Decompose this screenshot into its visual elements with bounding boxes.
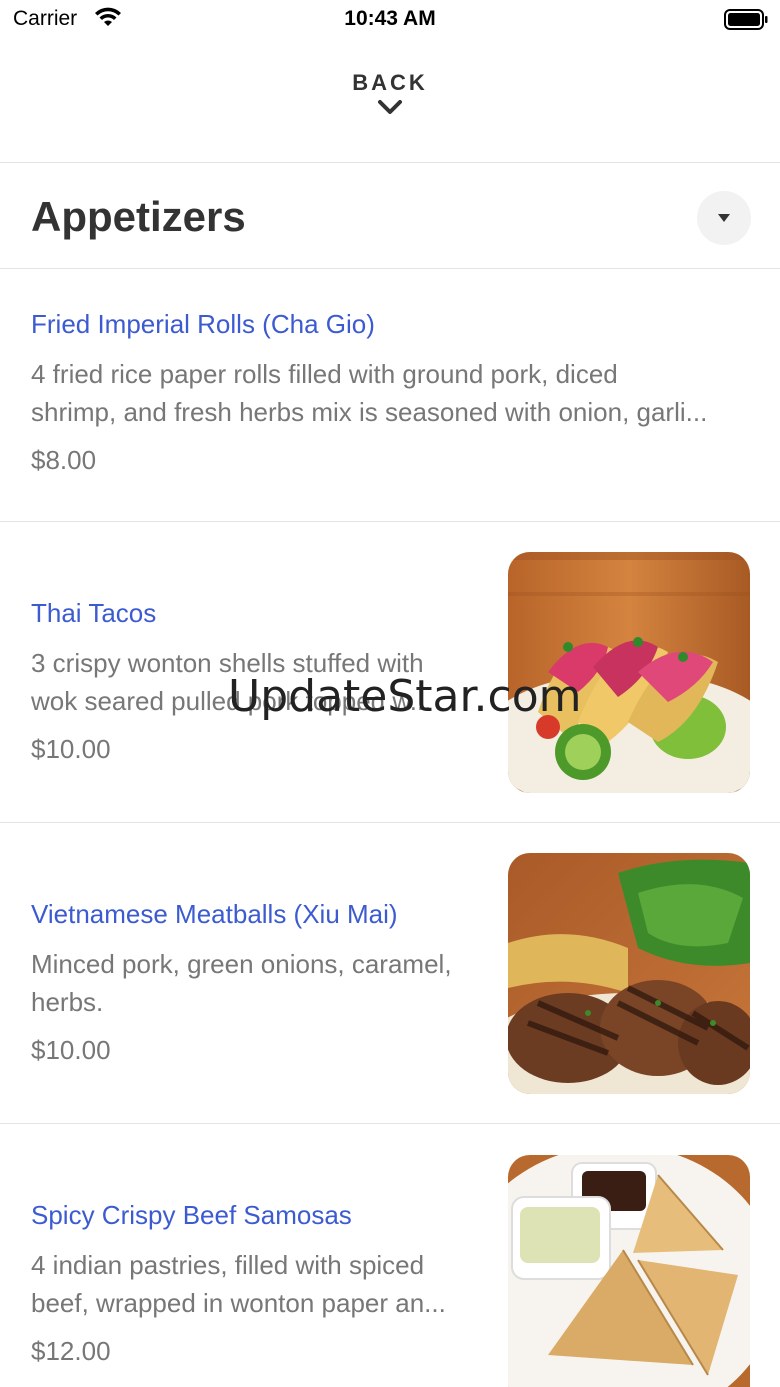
meatballs-photo[interactable]: [508, 853, 750, 1094]
section-collapse-button[interactable]: [697, 191, 751, 245]
back-button[interactable]: BACK: [0, 70, 780, 140]
divider: [0, 162, 780, 163]
menu-item[interactable]: Fried Imperial Rolls (Cha Gio) 4 fried r…: [0, 269, 780, 521]
menu-item-name: Vietnamese Meatballs (Xiu Mai): [31, 899, 398, 929]
menu-item-name: Spicy Crispy Beef Samosas: [31, 1200, 352, 1230]
menu-item-name: Thai Tacos: [31, 598, 157, 628]
clock: 10:43 AM: [344, 7, 436, 30]
samosas-photo[interactable]: [508, 1155, 750, 1387]
menu-item-description: 4 fried rice paper rolls filled with gro…: [31, 359, 708, 427]
menu-item-price: $12.00: [31, 1336, 111, 1366]
watermark: UpdateStar.com: [228, 671, 582, 722]
menu-item-price: $10.00: [31, 1035, 111, 1065]
battery-icon: [724, 9, 768, 30]
menu-item-price: $8.00: [31, 445, 97, 475]
menu-item-description: 4 indian pastries, filled with spiced be…: [31, 1250, 446, 1318]
menu-item[interactable]: Vietnamese Meatballs (Xiu Mai) Minced po…: [0, 823, 780, 1123]
menu-item-name: Fried Imperial Rolls (Cha Gio): [31, 309, 375, 339]
caret-down-icon: [718, 214, 730, 222]
meatballs-image: [508, 853, 750, 1094]
back-label: BACK: [352, 70, 428, 95]
menu-item-price: $10.00: [31, 734, 111, 764]
menu-item-description: Minced pork, green onions, caramel, herb…: [31, 949, 452, 1017]
status-bar: Carrier 10:43 AM: [0, 0, 780, 40]
samosas-image: [508, 1155, 750, 1387]
section-title: Appetizers: [31, 193, 246, 240]
menu-item[interactable]: Spicy Crispy Beef Samosas 4 indian pastr…: [0, 1124, 780, 1387]
chevron-down-icon: [378, 100, 402, 114]
